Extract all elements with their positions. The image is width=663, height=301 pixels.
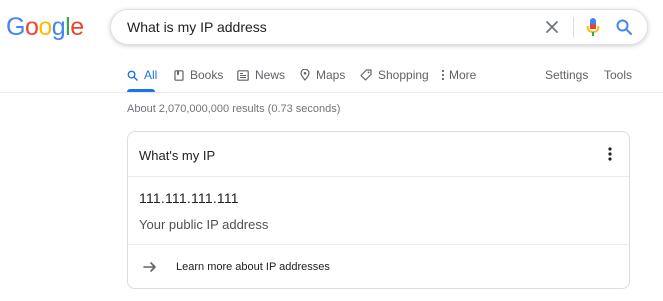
ip-answer-card: What's my IP 111.111.111.111 Your public…: [127, 131, 630, 289]
tab-maps[interactable]: Maps: [300, 65, 345, 85]
logo-letter: o: [24, 13, 39, 41]
map-pin-icon: [300, 69, 310, 81]
tab-label: All: [144, 68, 158, 82]
settings-link[interactable]: Settings: [545, 65, 588, 85]
tab-more[interactable]: More: [441, 65, 476, 85]
ip-address-value: 111.111.111.111: [139, 190, 239, 206]
more-vert-icon: [608, 147, 612, 161]
more-vert-icon: [441, 69, 445, 81]
tab-books[interactable]: Books: [174, 65, 223, 85]
tab-shopping[interactable]: Shopping: [360, 65, 429, 85]
search-divider: [573, 17, 574, 37]
book-icon: [174, 69, 184, 81]
logo-letter: e: [70, 13, 84, 41]
learn-more-link[interactable]: Learn more about IP addresses: [128, 244, 629, 288]
clear-search-button[interactable]: [543, 18, 561, 36]
arrow-right-icon: [143, 262, 156, 272]
news-icon: [237, 69, 249, 81]
tools-link[interactable]: Tools: [604, 65, 632, 85]
logo-letter: G: [6, 13, 25, 41]
card-more-button[interactable]: [602, 144, 618, 164]
result-stats: About 2,070,000,000 results (0.73 second…: [127, 103, 341, 115]
tab-label: More: [449, 68, 477, 82]
tab-label: News: [255, 68, 286, 82]
microphone-icon: [586, 18, 600, 36]
logo-letter: g: [51, 13, 66, 41]
search-box: [110, 9, 648, 45]
tag-icon: [360, 69, 372, 81]
logo-letter: o: [38, 13, 52, 41]
search-icon: [127, 70, 138, 81]
tab-label: Maps: [316, 68, 346, 82]
card-header: What's my IP: [128, 132, 629, 177]
close-icon: [546, 21, 558, 33]
tab-news[interactable]: News: [237, 65, 285, 85]
ip-caption: Your public IP address: [139, 217, 269, 232]
voice-search-button[interactable]: [584, 17, 602, 37]
tabs-divider: [0, 92, 663, 93]
learn-more-label: Learn more about IP addresses: [176, 261, 330, 273]
google-logo[interactable]: Google: [6, 13, 84, 42]
search-input[interactable]: [127, 10, 527, 44]
card-title: What's my IP: [139, 148, 216, 163]
tab-label: Shopping: [378, 68, 429, 82]
tab-label: Books: [190, 68, 224, 82]
search-button[interactable]: [615, 18, 633, 36]
tab-all[interactable]: All: [127, 65, 157, 85]
search-icon: [616, 19, 632, 35]
